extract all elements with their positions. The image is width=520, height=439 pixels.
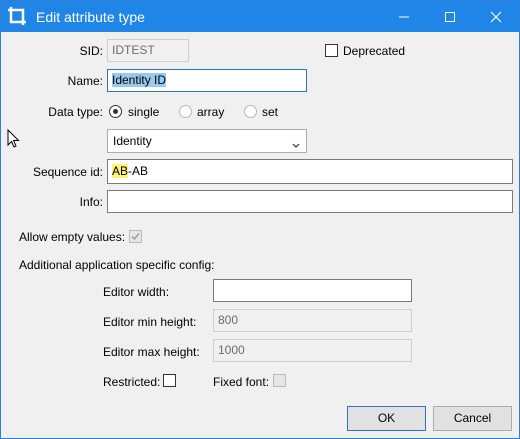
close-button[interactable] <box>473 1 519 32</box>
dialog-window: Edit attribute type SID: IDTEST Deprecat… <box>0 0 520 439</box>
restricted-checkbox[interactable] <box>163 374 176 387</box>
sequence-rest: -AB <box>128 164 149 178</box>
datatype-radio-set[interactable] <box>244 105 257 118</box>
datatype-label: Data type: <box>48 105 103 119</box>
info-label: Info: <box>79 195 103 209</box>
config-heading: Additional application specific config: <box>19 258 215 272</box>
editor-width-label: Editor width: <box>103 285 170 299</box>
fixed-font-checkbox[interactable] <box>273 374 286 387</box>
editor-min-height-label: Editor min height: <box>103 315 197 329</box>
checkmark-icon <box>131 233 140 241</box>
allow-empty-checkbox[interactable] <box>129 230 142 243</box>
window-title: Edit attribute type <box>36 9 145 25</box>
cancel-button[interactable]: Cancel <box>433 406 512 431</box>
datatype-array-label: array <box>197 105 225 119</box>
deprecated-checkbox[interactable] <box>325 44 338 57</box>
info-field[interactable] <box>107 190 513 213</box>
editor-width-field[interactable] <box>213 279 412 302</box>
mouse-pointer-icon <box>7 128 21 152</box>
datatype-set-label: set <box>262 105 279 119</box>
datatype-radio-single[interactable] <box>109 105 122 118</box>
radio-dot <box>113 109 118 114</box>
sid-field[interactable]: IDTEST <box>107 39 189 62</box>
minimize-button[interactable] <box>381 1 427 32</box>
type-select[interactable]: Identity <box>107 129 307 153</box>
sid-label: SID: <box>79 44 103 58</box>
maximize-button[interactable] <box>427 1 473 32</box>
fixed-font-label: Fixed font: <box>213 375 270 389</box>
editor-max-height-field[interactable]: 1000 <box>213 339 412 362</box>
close-icon <box>490 11 502 23</box>
editor-min-height-field[interactable]: 800 <box>213 309 412 332</box>
crop-frame-icon <box>7 6 27 26</box>
title-bar[interactable]: Edit attribute type <box>1 1 519 32</box>
sequence-highlight: AB <box>112 164 129 178</box>
datatype-single-label: single <box>128 105 160 119</box>
sequence-field[interactable]: AB-AB <box>107 159 513 184</box>
maximize-icon <box>445 12 455 22</box>
name-value: Identity ID <box>112 73 167 87</box>
allow-empty-label: Allow empty values: <box>19 230 126 244</box>
name-label: Name: <box>67 74 103 88</box>
deprecated-label: Deprecated <box>343 44 406 58</box>
sequence-label: Sequence id: <box>32 165 103 179</box>
chevron-down-icon <box>292 138 300 152</box>
editor-max-height-label: Editor max height: <box>103 345 200 359</box>
ok-button[interactable]: OK <box>347 406 426 431</box>
minimize-icon <box>399 16 409 18</box>
datatype-radio-array[interactable] <box>179 105 192 118</box>
restricted-label: Restricted: <box>103 375 161 389</box>
name-field[interactable]: Identity ID <box>107 69 307 92</box>
type-select-value: Identity <box>113 134 152 148</box>
